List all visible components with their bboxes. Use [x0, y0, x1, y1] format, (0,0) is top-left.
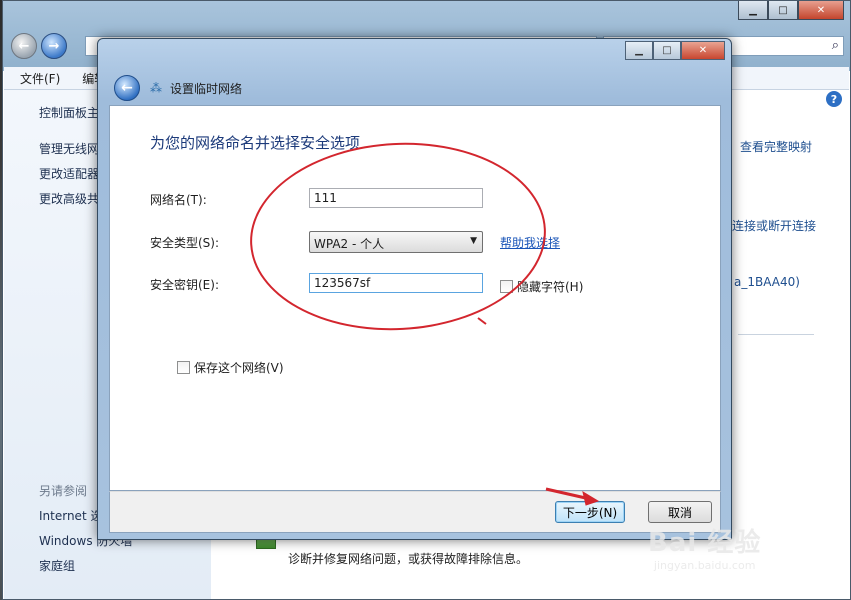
security-key-label: 安全密钥(E): [150, 278, 219, 292]
cancel-button[interactable]: 取消 [648, 501, 712, 523]
next-button[interactable]: 下一步(N) [555, 501, 625, 523]
network-id-text[interactable]: a_1BAA40) [734, 275, 800, 289]
forward-arrow-icon[interactable]: → [41, 33, 67, 59]
see-also-header: 另请参阅 [39, 484, 88, 498]
dialog-footer: 下一步(N) 取消 [109, 491, 721, 533]
back-arrow-icon[interactable]: ← [11, 33, 37, 59]
dialog-close-icon[interactable]: ✕ [681, 41, 725, 60]
help-icon[interactable]: ? [826, 91, 842, 107]
view-full-map-link[interactable]: 查看完整映射 [740, 138, 812, 155]
maximize-icon[interactable]: □ [768, 1, 798, 20]
connect-disconnect-link[interactable]: 连接或断开连接 [732, 217, 816, 234]
troubleshoot-description: 诊断并修复网络问题，或获得故障排除信息。 [288, 552, 529, 566]
back-arrow-icon[interactable]: ← [114, 75, 140, 101]
dialog-title: 设置临时网络 [170, 81, 243, 96]
watermark-url: jingyan.baidu.com [653, 559, 756, 572]
dialog-maximize-icon[interactable]: □ [653, 41, 681, 60]
save-network-label: 保存这个网络(V) [194, 361, 284, 375]
baidu-watermark: Bai 经验 jingyan.baidu.com [648, 522, 761, 572]
left-link-homegroup[interactable]: 家庭组 [39, 557, 75, 574]
save-network-checkbox[interactable] [177, 361, 190, 374]
dialog-header: ← ⁂ 设置临时网络 [114, 75, 242, 101]
divider [738, 334, 814, 335]
menu-file[interactable]: 文件(F) [4, 70, 66, 87]
nav-buttons: ← → [11, 33, 67, 59]
network-name-label: 网络名(T): [150, 193, 207, 207]
minimize-icon[interactable]: ▁ [738, 1, 768, 20]
dialog-window-controls: ▁ □ ✕ [625, 41, 725, 60]
window-controls: ▁ □ ✕ [738, 1, 844, 20]
search-icon: ⌕ [831, 38, 839, 53]
security-type-label: 安全类型(S): [150, 236, 220, 250]
save-network-option[interactable]: 保存这个网络(V) [177, 359, 284, 376]
dialog-minimize-icon[interactable]: ▁ [625, 41, 653, 60]
close-icon[interactable]: ✕ [798, 1, 844, 20]
page-heading: 为您的网络命名并选择安全选项 [150, 134, 361, 152]
network-icon: ⁂ [150, 81, 162, 95]
watermark-brand: Bai 经验 [648, 528, 762, 558]
hide-characters-label: 隐藏字符(H) [517, 280, 584, 294]
